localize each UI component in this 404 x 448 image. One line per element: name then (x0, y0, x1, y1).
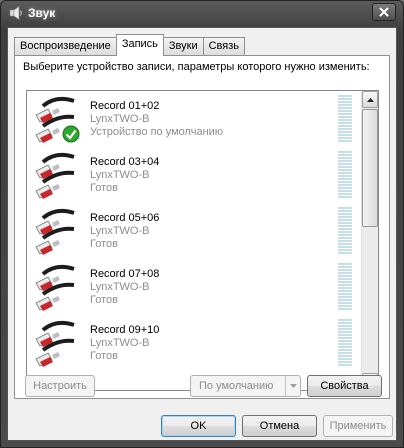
configure-button[interactable]: Настроить (25, 375, 95, 397)
device-name: Record 01+02 (90, 100, 160, 112)
level-meter (338, 95, 352, 142)
tab-playback[interactable]: Воспроизведение (14, 37, 117, 55)
dialog-client-area: Воспроизведение Запись Звуки Связь Выбер… (7, 27, 397, 441)
scrollbar-thumb[interactable] (362, 109, 378, 227)
device-driver: LynxTWO-B (90, 113, 150, 125)
close-button[interactable] (372, 3, 396, 21)
level-meter (338, 263, 352, 310)
tab-recording[interactable]: Запись (115, 34, 164, 56)
scroll-up-button[interactable] (362, 91, 378, 108)
rca-cable-icon (35, 320, 75, 367)
device-driver: LynxTWO-B (90, 337, 150, 349)
sound-dialog-window: Звук Воспроизведение Запись Звуки Связь … (0, 0, 404, 448)
tab-sounds[interactable]: Звуки (162, 37, 204, 55)
device-list-item[interactable]: Record 07+08 LynxTWO-B Готов (27, 259, 361, 315)
device-list-scrollbar[interactable] (361, 91, 378, 390)
tab-communications[interactable]: Связь (202, 37, 246, 55)
device-name: Record 03+04 (90, 156, 160, 168)
device-name: Record 05+06 (90, 212, 160, 224)
set-default-split-button[interactable]: По умолчанию (190, 375, 301, 397)
rca-cable-icon (35, 208, 75, 255)
close-icon (379, 7, 389, 17)
device-list-item[interactable]: Record 05+06 LynxTWO-B Готов (27, 203, 361, 259)
set-default-label: По умолчанию (199, 380, 274, 392)
level-meter (338, 207, 352, 254)
chevron-down-icon (289, 384, 297, 388)
device-list-item[interactable]: Record 09+10 LynxTWO-B Готов (27, 315, 361, 371)
apply-button[interactable]: Применить (323, 415, 393, 437)
device-status: Готов (90, 294, 118, 306)
rca-cable-icon (35, 264, 75, 311)
device-list-item[interactable]: Record 03+04 LynxTWO-B Готов (27, 147, 361, 203)
arrow-up-icon (366, 97, 374, 102)
device-status: Готов (90, 350, 118, 362)
level-meter (338, 319, 352, 366)
device-name: Record 07+08 (90, 268, 160, 280)
default-device-check-icon (62, 125, 80, 143)
tab-strip: Воспроизведение Запись Звуки Связь (14, 34, 246, 56)
properties-button[interactable]: Свойства (307, 375, 382, 397)
device-name: Record 09+10 (90, 324, 160, 336)
device-driver: LynxTWO-B (90, 169, 150, 181)
recording-tab-panel: Выберите устройство записи, параметры ко… (14, 55, 390, 399)
device-status: Готов (90, 182, 118, 194)
device-list-item[interactable]: Record 01+02 LynxTWO-B Устройство по умо… (27, 91, 361, 147)
title-bar[interactable]: Звук (1, 1, 403, 25)
ok-button[interactable]: OK (161, 415, 236, 437)
speaker-icon (9, 5, 22, 21)
device-status: Готов (90, 238, 118, 250)
cancel-button[interactable]: Отмена (242, 415, 317, 437)
recording-device-list[interactable]: Record 01+02 LynxTWO-B Устройство по умо… (26, 90, 379, 391)
level-meter (338, 151, 352, 198)
window-title: Звук (28, 6, 56, 20)
rca-cable-icon (35, 152, 75, 199)
instruction-text: Выберите устройство записи, параметры ко… (23, 61, 370, 73)
device-driver: LynxTWO-B (90, 281, 150, 293)
device-driver: LynxTWO-B (90, 225, 150, 237)
set-default-dropdown[interactable] (285, 376, 300, 396)
device-status: Устройство по умолчанию (90, 126, 224, 138)
